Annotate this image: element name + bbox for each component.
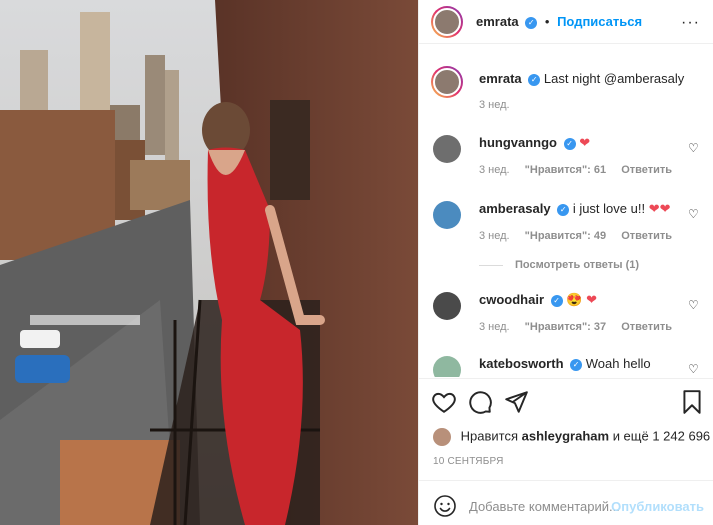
commenter-avatar[interactable] xyxy=(433,135,461,163)
emoji-smiley-icon[interactable] xyxy=(433,494,457,518)
like-comment-icon[interactable]: ♡ xyxy=(688,141,700,155)
comment-input[interactable]: Добавьте комментарий... xyxy=(469,499,620,514)
comment-username[interactable]: cwoodhair xyxy=(479,292,544,307)
comment-text-line: amberasaly ✓ i just love u!! ❤❤ xyxy=(479,201,671,217)
caption-text: Last night @amberasaly xyxy=(543,71,685,86)
comment-item: hungvanngo ✓ ❤ 3 нед. "Нравится": 61 Отв… xyxy=(419,129,713,179)
caption-username[interactable]: emrata xyxy=(479,71,522,86)
red-heart-emoji: ❤❤ xyxy=(648,201,671,216)
commenter-avatar[interactable] xyxy=(433,201,461,229)
comment-text-line: hungvanngo ✓ ❤ xyxy=(479,135,590,151)
post-actions xyxy=(419,378,713,428)
comment-username[interactable]: hungvanngo xyxy=(479,135,557,150)
comment-text: Woah hello xyxy=(585,356,651,371)
post-photo[interactable] xyxy=(0,0,418,525)
verified-icon: ✓ xyxy=(528,73,541,86)
heart-eyes-emoji: 😍 xyxy=(566,292,583,307)
like-comment-icon[interactable]: ♡ xyxy=(688,207,700,221)
caption: emrata ✓ Last night @amberasaly 3 нед. xyxy=(419,59,713,119)
comment-text-line: cwoodhair ✓ 😍 ❤ xyxy=(479,292,597,308)
author-username[interactable]: emrata xyxy=(476,14,519,29)
liker-avatar[interactable] xyxy=(433,428,451,446)
verified-icon: ✓ xyxy=(550,294,563,307)
comment-meta: 3 нед. "Нравится": 61 Ответить xyxy=(479,164,684,176)
comment-text-line: katebosworth ✓ Woah hello xyxy=(479,356,651,371)
red-heart-emoji: ❤❤❤ xyxy=(525,374,558,377)
comment-meta: 3 нед. "Нравится": 37 Ответить xyxy=(479,321,684,333)
comment-likes[interactable]: "Нравится": 37 xyxy=(525,321,606,333)
caption-text-line: emrata ✓ Last night @amberasaly xyxy=(479,71,684,86)
comment-username[interactable]: amberasaly xyxy=(479,201,551,216)
comment-item: cwoodhair ✓ 😍 ❤ 3 нед. "Нравится": 37 От… xyxy=(419,286,713,336)
comment-likes[interactable]: "Нравится": 61 xyxy=(525,164,606,176)
share-paper-plane-icon[interactable] xyxy=(503,389,529,415)
commenter-avatar[interactable] xyxy=(433,292,461,320)
likes-prefix: Нравится xyxy=(460,428,518,444)
like-heart-icon[interactable] xyxy=(431,389,457,415)
view-replies-button[interactable]: Посмотреть ответы (1) xyxy=(479,259,639,271)
more-options-icon[interactable]: ··· xyxy=(681,14,700,32)
comments-list[interactable]: emrata ✓ Last night @amberasaly 3 нед. h… xyxy=(419,45,713,377)
reply-button[interactable]: Ответить xyxy=(621,230,672,242)
post-photo-illustration xyxy=(0,0,418,525)
header-line: emrata ✓ • Подписаться xyxy=(476,14,642,29)
like-comment-icon[interactable]: ♡ xyxy=(688,298,700,312)
verified-icon: ✓ xyxy=(563,137,576,150)
commenter-avatar[interactable] xyxy=(433,356,461,377)
red-heart-emoji: ❤ xyxy=(579,135,591,150)
post-side-panel: emrata ✓ • Подписаться ··· emrata ✓ Last… xyxy=(418,0,713,525)
caption-time[interactable]: 3 нед. xyxy=(479,99,510,111)
comment-text: i just love u!! xyxy=(572,201,646,216)
verified-icon: ✓ xyxy=(525,16,538,29)
comment-time[interactable]: 3 нед. xyxy=(479,164,510,176)
comment-likes[interactable]: "Нравится": 49 xyxy=(525,230,606,242)
follow-button[interactable]: Подписаться xyxy=(557,14,642,29)
like-comment-icon[interactable]: ♡ xyxy=(688,362,700,376)
add-comment-bar: Добавьте комментарий... Опубликовать xyxy=(419,480,713,525)
liker-username[interactable]: ashleygraham xyxy=(522,428,609,443)
author-avatar[interactable] xyxy=(431,6,463,38)
comment-username[interactable]: katebosworth xyxy=(479,356,564,371)
caption-avatar[interactable] xyxy=(431,66,463,98)
verified-icon: ✓ xyxy=(557,203,570,216)
verified-icon: ✓ xyxy=(570,358,583,371)
red-heart-emoji: ❤ xyxy=(586,292,597,307)
comment-bubble-icon[interactable] xyxy=(467,389,493,415)
dot-separator: • xyxy=(544,14,550,29)
likes-summary: Нравится ashleygraham и ещё 1 242 696 xyxy=(433,428,710,446)
caption-meta: 3 нед. xyxy=(479,99,522,111)
save-bookmark-icon[interactable] xyxy=(679,389,705,415)
post-header: emrata ✓ • Подписаться ··· xyxy=(419,0,713,44)
reply-button[interactable]: Ответить xyxy=(621,164,672,176)
comment-time[interactable]: 3 нед. xyxy=(479,230,510,242)
comment-time[interactable]: 3 нед. xyxy=(479,321,510,333)
reply-button[interactable]: Ответить xyxy=(621,321,672,333)
comment-item: amberasaly ✓ i just love u!! ❤❤ 3 нед. "… xyxy=(419,195,713,245)
comment-meta: 3 нед. "Нравится": 49 Ответить xyxy=(479,230,684,242)
post-date[interactable]: 10 СЕНТЯБРЯ xyxy=(433,456,504,467)
comment-item: katebosworth ✓ Woah hello ❤❤❤ ♡ xyxy=(419,350,713,377)
post-comment-button[interactable]: Опубликовать xyxy=(611,499,704,514)
likes-count[interactable]: и ещё 1 242 696 xyxy=(613,428,710,443)
